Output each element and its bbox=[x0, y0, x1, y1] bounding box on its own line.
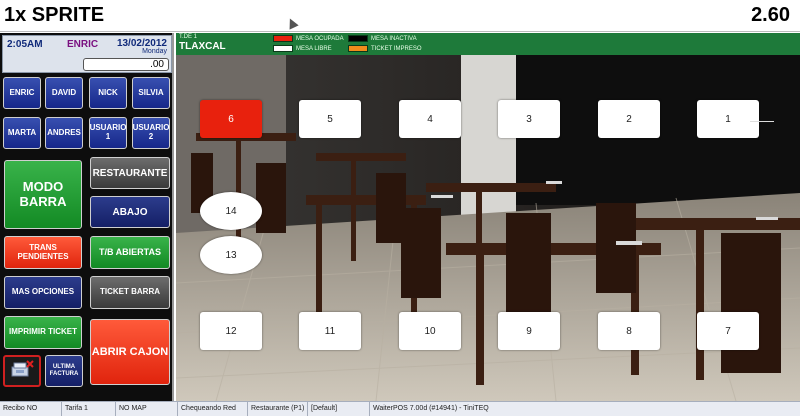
table-2[interactable]: 2 bbox=[598, 100, 660, 138]
legend-label-inactive: MESA INACTIVA bbox=[371, 35, 417, 42]
legend-swatch-free bbox=[273, 45, 293, 52]
table-13[interactable]: 13 bbox=[200, 236, 262, 274]
order-total: 2.60 bbox=[751, 4, 790, 26]
cash-drawer-icon bbox=[9, 358, 35, 385]
legend-occupied: MESA OCUPADA bbox=[273, 35, 344, 42]
current-item-label: 1x SPRITE bbox=[4, 4, 105, 26]
table-4[interactable]: 4 bbox=[399, 100, 461, 138]
abajo-button[interactable]: ABAJO bbox=[90, 196, 170, 228]
legend-label-printed: TICKET IMPRESO bbox=[371, 45, 422, 52]
top-bar: 1x SPRITE 2.60 bbox=[0, 0, 800, 32]
imprimir-ticket-button[interactable]: IMPRIMIR TICKET bbox=[4, 316, 82, 349]
clock: 2:05AM bbox=[7, 39, 43, 50]
waiter-button-david[interactable]: DAVID bbox=[45, 77, 83, 109]
table-1[interactable]: 1 bbox=[697, 100, 759, 138]
table-9[interactable]: 9 bbox=[498, 312, 560, 350]
modo-barra-button[interactable]: MODO BARRA bbox=[4, 160, 82, 229]
table-5[interactable]: 5 bbox=[299, 100, 361, 138]
floor-plan: T.DE 1 TLAXCAL MESA OCUPADA MESA INACTIV… bbox=[176, 33, 800, 401]
legend-printed: TICKET IMPRESO bbox=[348, 45, 422, 52]
status-version: WaiterPOS 7.00d (#14941) - TiniTEQ bbox=[373, 405, 489, 412]
legend-swatch-occupied bbox=[273, 35, 293, 42]
waiter-button-usuario-1[interactable]: USUARIO 1 bbox=[89, 117, 127, 149]
table-10[interactable]: 10 bbox=[399, 312, 461, 350]
table-3[interactable]: 3 bbox=[498, 100, 560, 138]
table-6[interactable]: 6 bbox=[200, 100, 262, 138]
legend-swatch-printed bbox=[348, 45, 368, 52]
legend-label-free: MESA LIBRE bbox=[296, 45, 332, 52]
waiter-button-silvia[interactable]: SILVIA bbox=[132, 77, 170, 109]
cash-drawer-button[interactable] bbox=[3, 355, 41, 387]
floor-legend-bar: T.DE 1 TLAXCAL MESA OCUPADA MESA INACTIV… bbox=[176, 33, 800, 55]
left-control-panel: 2:05AM ENRIC 13/02/2012 Monday .00 ENRIC… bbox=[0, 33, 174, 401]
waiter-button-nick[interactable]: NICK bbox=[89, 77, 127, 109]
status-network: Chequeando Red bbox=[178, 402, 248, 416]
amount-field[interactable]: .00 bbox=[83, 58, 169, 71]
table-7[interactable]: 7 bbox=[697, 312, 759, 350]
tb-abiertas-button[interactable]: T/B ABIERTAS bbox=[90, 236, 170, 269]
legend-label-occupied: MESA OCUPADA bbox=[296, 35, 344, 42]
table-11[interactable]: 11 bbox=[299, 312, 361, 350]
table-12[interactable]: 12 bbox=[200, 312, 262, 350]
status-map: NO MAP bbox=[116, 402, 178, 416]
status-rate: Tarifa 1 bbox=[62, 402, 116, 416]
table-14[interactable]: 14 bbox=[200, 192, 262, 230]
trans-pendientes-button[interactable]: TRANS PENDIENTES bbox=[4, 236, 82, 269]
legend-free: MESA LIBRE bbox=[273, 45, 332, 52]
waiter-button-enric[interactable]: ENRIC bbox=[3, 77, 41, 109]
zone-code: T.DE 1 bbox=[179, 34, 198, 40]
legend-swatch-inactive bbox=[348, 35, 368, 42]
legend-inactive: MESA INACTIVA bbox=[348, 35, 417, 42]
abrir-cajon-button[interactable]: ABRIR CAJON bbox=[90, 319, 170, 385]
zone-name: TLAXCAL bbox=[179, 41, 226, 52]
current-user: ENRIC bbox=[67, 39, 99, 50]
status-bar: Recibo NO Tarifa 1 NO MAP Chequeando Red… bbox=[0, 401, 800, 416]
mas-opciones-button[interactable]: MAS OPCIONES bbox=[4, 276, 82, 309]
session-info-box: 2:05AM ENRIC 13/02/2012 Monday .00 bbox=[2, 35, 172, 73]
status-profile: [Default] bbox=[308, 402, 370, 416]
ultima-factura-button[interactable]: ULTIMA FACTURA bbox=[45, 355, 83, 387]
status-area: Restaurante (P1) bbox=[248, 402, 308, 416]
mouse-cursor-icon bbox=[285, 16, 299, 30]
ticket-barra-button[interactable]: TICKET BARRA bbox=[90, 276, 170, 309]
waiter-button-marta[interactable]: MARTA bbox=[3, 117, 41, 149]
restaurante-button[interactable]: RESTAURANTE bbox=[90, 157, 170, 189]
status-receipt: Recibo NO bbox=[0, 402, 62, 416]
table-1-connector bbox=[750, 121, 774, 122]
waiter-button-usuario-2[interactable]: USUARIO 2 bbox=[132, 117, 170, 149]
table-8[interactable]: 8 bbox=[598, 312, 660, 350]
current-day: Monday bbox=[142, 48, 167, 55]
waiter-button-andres[interactable]: ANDRES bbox=[45, 117, 83, 149]
